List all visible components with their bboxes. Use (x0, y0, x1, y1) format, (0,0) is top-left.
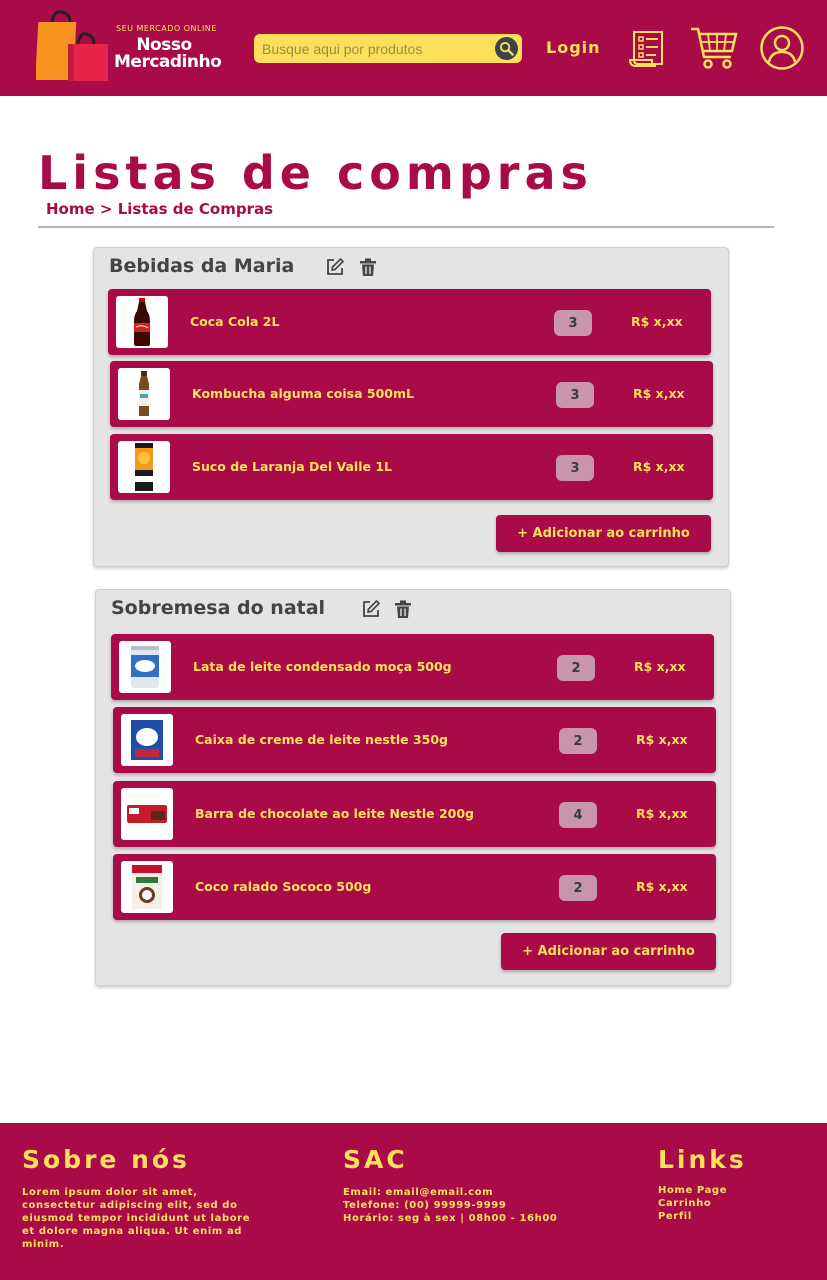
trash-icon[interactable] (358, 257, 378, 277)
footer-links-title: Links (658, 1145, 747, 1174)
add-to-cart-button[interactable]: + Adicionar ao carrinho (496, 515, 711, 552)
quantity-badge[interactable]: 3 (554, 310, 592, 336)
cart-icon[interactable] (689, 25, 739, 71)
kombucha-bottle-icon (139, 371, 149, 416)
login-link[interactable]: Login (546, 38, 601, 57)
list-item[interactable]: Barra de chocolate ao leite Nestle 200g … (113, 781, 716, 847)
user-profile-icon[interactable] (759, 25, 805, 71)
footer-link-home[interactable]: Home Page (658, 1184, 808, 1197)
product-image (121, 788, 173, 840)
chocolate-bar-icon (127, 805, 167, 823)
coconut-pack-icon (132, 865, 162, 909)
search-icon (499, 41, 514, 56)
search-input[interactable] (262, 38, 490, 59)
list-item[interactable]: Coca Cola 2L 3 R$ x,xx (108, 289, 711, 355)
product-image (119, 641, 171, 693)
product-name: Kombucha alguma coisa 500mL (192, 386, 414, 401)
quantity-badge[interactable]: 2 (559, 728, 597, 754)
product-image (118, 368, 170, 420)
list-item[interactable]: Lata de leite condensado moça 500g 2 R$ … (111, 634, 714, 700)
product-price: R$ x,xx (633, 386, 685, 401)
quantity-badge[interactable]: 4 (559, 802, 597, 828)
cream-box-icon (131, 720, 163, 760)
footer-link-profile[interactable]: Perfil (658, 1210, 808, 1223)
add-to-cart-button[interactable]: + Adicionar ao carrinho (501, 933, 716, 970)
shopping-list-card: Bebidas da Maria Coca Cola 2L 3 R$ x,xx (93, 247, 729, 567)
footer-links: Home Page Carrinho Perfil (658, 1184, 808, 1223)
quantity-badge[interactable]: 2 (559, 875, 597, 901)
list-item[interactable]: Coco ralado Sococo 500g 2 R$ x,xx (113, 854, 716, 920)
edit-icon[interactable] (361, 599, 381, 619)
list-item[interactable]: Caixa de creme de leite nestle 350g 2 R$… (113, 707, 716, 773)
product-name: Suco de Laranja Del Valle 1L (192, 459, 392, 474)
list-item[interactable]: Kombucha alguma coisa 500mL 3 R$ x,xx (110, 361, 713, 427)
product-price: R$ x,xx (634, 659, 686, 674)
quantity-badge[interactable]: 3 (556, 455, 594, 481)
site-logo[interactable]: SEU MERCADO ONLINE Nosso Mercadinho (36, 8, 222, 84)
logo-name: Nosso Mercadinho (114, 35, 222, 72)
condensed-milk-can-icon (131, 646, 159, 688)
product-name: Lata de leite condensado moça 500g (193, 659, 452, 674)
product-name: Barra de chocolate ao leite Nestle 200g (195, 806, 475, 821)
product-image (116, 296, 168, 348)
search-button[interactable] (495, 37, 518, 60)
product-image (118, 441, 170, 493)
search-bar (254, 34, 522, 63)
site-header: SEU MERCADO ONLINE Nosso Mercadinho Logi… (0, 0, 827, 96)
footer-about-title: Sobre nós (22, 1145, 190, 1174)
product-name: Coca Cola 2L (190, 314, 280, 329)
coke-bottle-icon (134, 298, 150, 346)
list-title: Sobremesa do natal (111, 597, 326, 619)
footer-sac-info: Email: email@email.com Telefone: (00) 99… (343, 1186, 603, 1225)
breadcrumb-current: Listas de Compras (117, 200, 274, 218)
sac-phone: Telefone: (00) 99999-9999 (343, 1200, 507, 1211)
sac-hours: Horário: seg à sex | 08h00 - 16h00 (343, 1213, 558, 1224)
page-title: Listas de compras (38, 146, 593, 200)
list-title: Bebidas da Maria (109, 255, 295, 277)
product-price: R$ x,xx (636, 806, 688, 821)
product-price: R$ x,xx (636, 732, 688, 747)
quantity-badge[interactable]: 2 (557, 655, 595, 681)
shopping-list-card: Sobremesa do natal Lata de leite condens… (95, 589, 731, 986)
trash-icon[interactable] (393, 599, 413, 619)
shopping-list-icon[interactable] (626, 26, 670, 70)
product-price: R$ x,xx (631, 314, 683, 329)
site-footer: Sobre nós Lorem ipsum dolor sit amet, co… (0, 1123, 827, 1280)
breadcrumb-separator: > (94, 200, 118, 218)
product-name: Coco ralado Sococo 500g (195, 879, 372, 894)
footer-link-cart[interactable]: Carrinho (658, 1197, 808, 1210)
shopping-bags-icon (36, 10, 108, 81)
sac-email[interactable]: Email: email@email.com (343, 1186, 603, 1199)
juice-carton-icon (135, 443, 153, 491)
product-price: R$ x,xx (633, 459, 685, 474)
footer-about-text: Lorem ipsum dolor sit amet, consectetur … (22, 1187, 251, 1250)
footer-sac-title: SAC (343, 1145, 408, 1174)
product-image (121, 861, 173, 913)
breadcrumb-home[interactable]: Home (46, 200, 95, 218)
edit-icon[interactable] (325, 257, 345, 277)
product-name: Caixa de creme de leite nestle 350g (195, 732, 449, 747)
quantity-badge[interactable]: 3 (556, 382, 594, 408)
product-price: R$ x,xx (636, 879, 688, 894)
title-divider (38, 226, 774, 228)
logo-tagline: SEU MERCADO ONLINE (116, 24, 217, 33)
list-item[interactable]: Suco de Laranja Del Valle 1L 3 R$ x,xx (110, 434, 713, 500)
breadcrumb: Home > Listas de Compras (46, 200, 273, 218)
product-image (121, 714, 173, 766)
